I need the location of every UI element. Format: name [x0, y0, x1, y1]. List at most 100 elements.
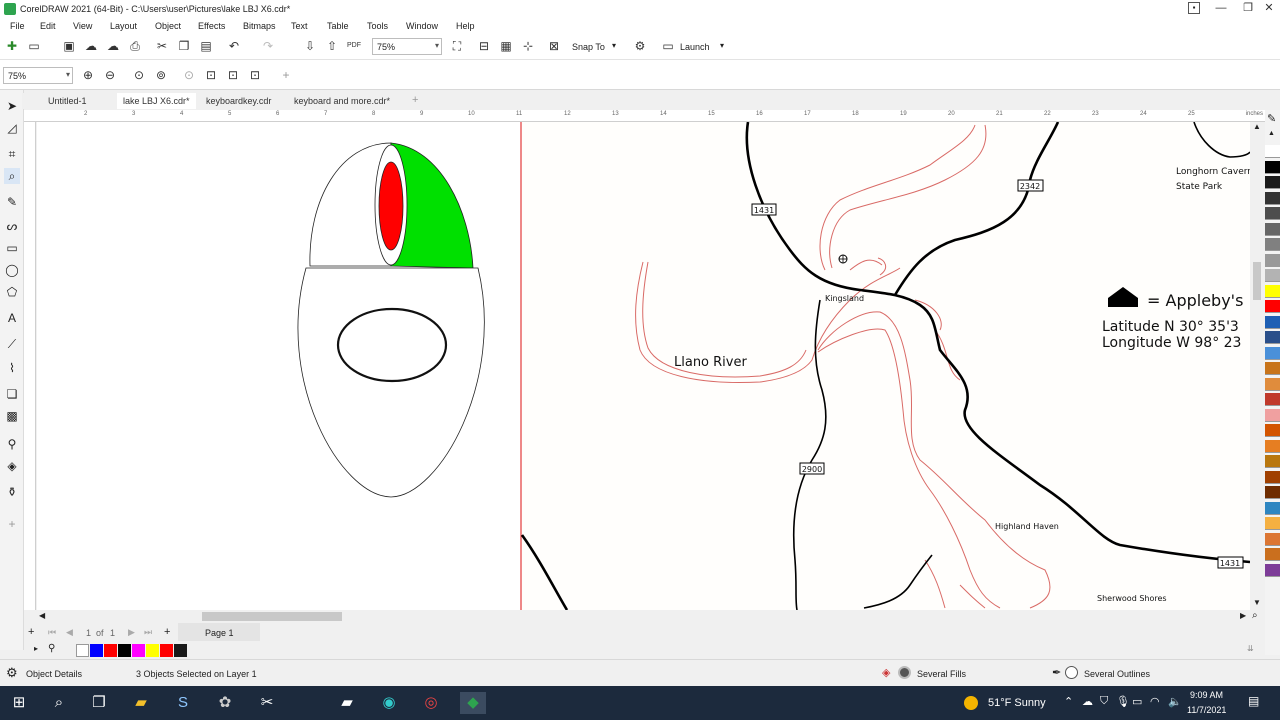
- show-guidelines-icon[interactable]: ⊹: [520, 38, 536, 54]
- open-icon[interactable]: ▭: [26, 38, 42, 54]
- eyedropper-icon[interactable]: ⚲: [48, 643, 55, 654]
- docker-color-swatch[interactable]: [1265, 377, 1280, 391]
- menu-edit[interactable]: Edit: [40, 21, 56, 31]
- docker-color-swatch[interactable]: [1265, 408, 1280, 422]
- minimize-button[interactable]: —: [1207, 0, 1235, 18]
- previous-page-icon[interactable]: ◀: [66, 627, 73, 638]
- import-icon[interactable]: ⇩: [302, 38, 318, 54]
- menu-text[interactable]: Text: [291, 21, 308, 31]
- outline-status[interactable]: Several Outlines: [1084, 669, 1150, 679]
- show-rulers-icon[interactable]: ⊟: [476, 38, 492, 54]
- close-button[interactable]: ✕: [1255, 0, 1280, 18]
- add-tab-icon[interactable]: +: [412, 94, 418, 106]
- docker-color-swatch[interactable]: [1265, 393, 1280, 406]
- artistic-media-tool-icon[interactable]: ᔕ: [4, 218, 20, 234]
- menu-window[interactable]: Window: [406, 21, 438, 31]
- chrome-browser-icon[interactable]: ◎: [420, 692, 442, 714]
- object-details-gear-icon[interactable]: ⚙: [6, 665, 18, 681]
- last-page-icon[interactable]: ⏭: [144, 627, 152, 638]
- docker-color-swatch[interactable]: [1265, 470, 1280, 484]
- new-document-icon[interactable]: ✚: [4, 38, 20, 54]
- save-icon[interactable]: ▣: [61, 38, 77, 54]
- palette-color-swatch[interactable]: [104, 644, 117, 657]
- snap-off-icon[interactable]: ⊠: [546, 38, 562, 54]
- windows-start-icon[interactable]: ⊞: [8, 692, 30, 714]
- docker-color-swatch[interactable]: [1265, 253, 1280, 267]
- dimension-tool-icon[interactable]: ⟋: [4, 336, 20, 352]
- tab-keyboard-and-more[interactable]: keyboard and more.cdr*: [288, 93, 396, 109]
- docker-color-swatch[interactable]: [1265, 439, 1280, 453]
- horizontal-scroll-thumb[interactable]: [202, 612, 342, 621]
- zoom-out-icon[interactable]: ⊖: [102, 67, 118, 83]
- drawing-canvas[interactable]: 1431 2342 2900 1431 Llano River Kingslan…: [37, 122, 1250, 610]
- paint-app-icon[interactable]: ✿: [214, 692, 236, 714]
- clock-time[interactable]: 9:09 AM: [1190, 690, 1223, 700]
- clock-date[interactable]: 11/7/2021: [1187, 705, 1226, 715]
- page-1-tab[interactable]: Page 1: [178, 623, 260, 641]
- palette-color-swatch[interactable]: [160, 644, 173, 657]
- connector-tool-icon[interactable]: ⌇: [4, 360, 20, 376]
- export-icon[interactable]: ⇧: [324, 38, 340, 54]
- docker-color-swatch[interactable]: [1265, 331, 1280, 344]
- weather-text[interactable]: 51°F Sunny: [988, 697, 1046, 709]
- menu-table[interactable]: Table: [327, 21, 349, 31]
- zoom-to-page-height-icon[interactable]: ⊡: [225, 67, 241, 83]
- no-color-swatch[interactable]: [76, 644, 89, 657]
- transparency-tool-icon[interactable]: ▩: [4, 408, 20, 424]
- docker-color-swatch[interactable]: [1265, 563, 1280, 577]
- docker-color-swatch[interactable]: [1265, 346, 1280, 360]
- file-explorer-icon[interactable]: ▰: [130, 692, 152, 714]
- publish-pdf-icon[interactable]: PDF: [346, 38, 362, 54]
- shape-tool-icon[interactable]: ◿: [4, 120, 20, 136]
- docker-color-swatch[interactable]: [1265, 362, 1280, 375]
- zoom-to-all-objects-icon[interactable]: ⊚: [153, 67, 169, 83]
- add-page-icon[interactable]: +: [28, 626, 34, 638]
- docker-color-swatch[interactable]: [1265, 455, 1280, 468]
- media-app-icon[interactable]: ▰: [336, 692, 358, 714]
- palette-color-swatch[interactable]: [146, 644, 159, 657]
- task-view-icon[interactable]: ❐: [88, 692, 110, 714]
- zoom-to-selected-icon[interactable]: ⊙: [131, 67, 147, 83]
- zoom-one-shot-icon[interactable]: ⊡: [247, 67, 263, 83]
- scroll-down-icon[interactable]: ▼: [1253, 598, 1261, 607]
- tab-untitled-1[interactable]: Untitled-1: [42, 93, 93, 109]
- zoom-to-page-icon[interactable]: ⊙: [181, 67, 197, 83]
- docker-color-swatch[interactable]: [1265, 238, 1280, 251]
- cut-icon[interactable]: ✂: [154, 38, 170, 54]
- paste-icon[interactable]: ▤: [198, 38, 214, 54]
- docker-color-swatch[interactable]: [1265, 424, 1280, 437]
- menu-object[interactable]: Object: [155, 21, 181, 31]
- horizontal-ruler[interactable]: 2 3 4 5 6 7 8 9 10 11 12 13 14 15 16 17 18 19 20 21 22 23 24 25…: [24, 110, 1265, 122]
- menu-layout[interactable]: Layout: [110, 21, 137, 31]
- full-screen-preview-icon[interactable]: ⛶: [449, 38, 465, 54]
- zoom-to-page-width-icon[interactable]: ⊡: [203, 67, 219, 83]
- rectangle-tool-icon[interactable]: ▭: [4, 240, 20, 256]
- docker-color-swatch[interactable]: [1265, 269, 1280, 282]
- antivirus-shield-icon[interactable]: ⛉: [1100, 695, 1108, 708]
- print-icon[interactable]: ⎙: [127, 38, 143, 54]
- snipping-tool-icon[interactable]: ✂: [256, 692, 278, 714]
- menu-tools[interactable]: Tools: [367, 21, 388, 31]
- menu-effects[interactable]: Effects: [198, 21, 225, 31]
- tab-keyboardkey[interactable]: keyboardkey.cdr: [200, 93, 277, 109]
- vertical-ruler[interactable]: [24, 122, 36, 610]
- crop-tool-icon[interactable]: ⌗: [4, 146, 20, 162]
- vertical-scrollbar[interactable]: ▲ ▼: [1250, 122, 1264, 610]
- vertical-scroll-thumb[interactable]: [1253, 262, 1261, 300]
- docker-color-swatch[interactable]: [1265, 486, 1280, 499]
- volume-icon[interactable]: 🔈: [1168, 695, 1182, 708]
- ellipse-tool-icon[interactable]: ◯: [4, 262, 20, 278]
- notifications-icon[interactable]: ▤: [1248, 694, 1259, 708]
- show-grid-icon[interactable]: ▦: [498, 38, 514, 54]
- drop-shadow-tool-icon[interactable]: ❏: [4, 386, 20, 402]
- palette-scroll-up-icon[interactable]: ▲: [1268, 130, 1275, 137]
- battery-icon[interactable]: ▭: [1132, 695, 1142, 708]
- scroll-up-icon[interactable]: ▲: [1253, 122, 1261, 131]
- zoom-levels-combo[interactable]: 75% ▾: [3, 67, 73, 84]
- zoom-tool-icon[interactable]: ⌕: [4, 168, 20, 184]
- help-icon[interactable]: ▪: [1188, 2, 1200, 14]
- palette-color-swatch[interactable]: [174, 644, 187, 657]
- menu-view[interactable]: View: [73, 21, 92, 31]
- menu-bitmaps[interactable]: Bitmaps: [243, 21, 276, 31]
- options-gear-icon[interactable]: ⚙: [632, 38, 648, 54]
